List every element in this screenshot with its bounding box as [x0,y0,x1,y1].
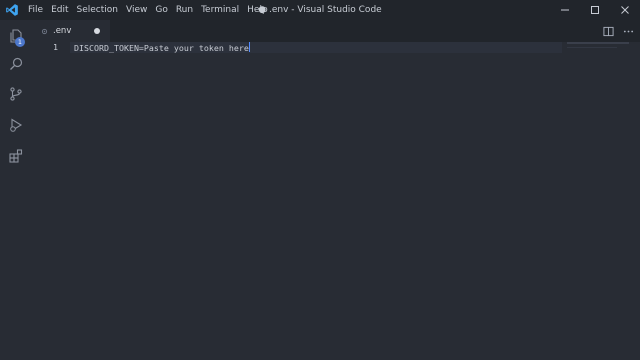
minimap-slider[interactable] [567,47,617,48]
extensions-button[interactable] [0,142,32,172]
title-bar: File Edit Selection View Go Run Terminal… [0,0,640,20]
vscode-logo-icon [0,0,24,20]
search-icon [8,56,24,75]
menu-view[interactable]: View [122,0,151,20]
source-control-button[interactable] [0,80,32,110]
menu-bar: File Edit Selection View Go Run Terminal… [24,0,272,20]
code-line[interactable]: DISCORD_TOKEN=Paste your token here [74,42,250,54]
close-icon[interactable] [610,0,640,20]
tab-env[interactable]: .env [32,20,110,42]
gear-file-icon [41,28,49,35]
menu-help[interactable]: Help [243,0,272,20]
minimize-icon[interactable] [550,0,580,20]
search-button[interactable] [0,50,32,80]
unsaved-dot-icon[interactable] [94,28,100,34]
activity-bar: 1 [0,20,32,360]
run-debug-button[interactable] [0,111,32,141]
menu-go[interactable]: Go [151,0,171,20]
code-line-text: DISCORD_TOKEN=Paste your token here [74,43,249,53]
editor-actions [600,20,640,42]
source-control-icon [8,86,24,105]
minimap[interactable] [567,42,629,44]
split-editor-icon[interactable] [600,20,616,42]
menu-terminal[interactable]: Terminal [197,0,243,20]
more-actions-icon[interactable] [620,20,636,42]
menu-edit[interactable]: Edit [47,0,72,20]
text-cursor [248,42,250,52]
menu-run[interactable]: Run [172,0,197,20]
editor-area[interactable]: 1 DISCORD_TOKEN=Paste your token here [32,42,640,360]
explorer-badge: 1 [15,37,25,47]
explorer-button[interactable]: 1 [0,22,32,52]
line-number: 1 [53,42,58,52]
extensions-icon [8,148,24,167]
run-debug-icon [8,117,24,136]
menu-file[interactable]: File [24,0,47,20]
tab-label: .env [53,26,72,36]
tab-bar: .env [32,20,640,42]
maximize-icon[interactable] [580,0,610,20]
window-controls [550,0,640,20]
menu-selection[interactable]: Selection [73,0,122,20]
